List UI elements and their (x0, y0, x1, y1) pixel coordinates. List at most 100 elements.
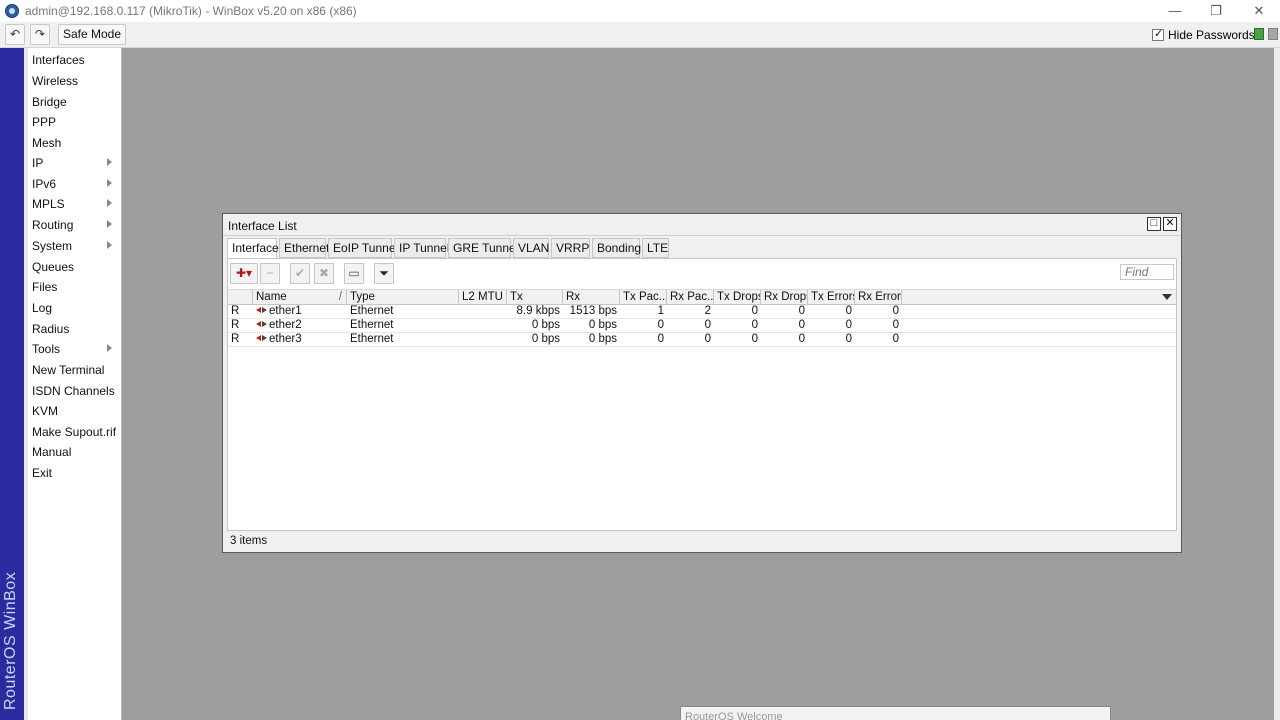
tab-ip-tunnel[interactable]: IP Tunnel (394, 238, 449, 258)
row-flag: R (231, 333, 240, 345)
column-header-tx[interactable]: Tx (507, 290, 563, 305)
disable-button[interactable]: ✖ (314, 263, 334, 284)
sidebar-item-ppp[interactable]: PPP (28, 112, 120, 132)
find-input[interactable] (1120, 264, 1174, 280)
column-header-rx-drops[interactable]: Rx Drops (761, 290, 808, 305)
restore-button[interactable]: ❐ (1201, 2, 1231, 20)
comment-button[interactable]: ▭ (344, 263, 364, 284)
tab-lte[interactable]: LTE (642, 238, 669, 258)
tab-vlan[interactable]: VLAN (513, 238, 549, 258)
table-row[interactable]: R ether2 Ethernet 0 bps 0 bps 0 0 0 0 0 … (228, 319, 1176, 333)
sidebar-item-interfaces[interactable]: Interfaces (28, 50, 120, 70)
sidebar-item-mesh[interactable]: Mesh (28, 133, 120, 153)
row-rx-packets: 0 (704, 319, 711, 331)
row-rx-packets: 2 (704, 305, 711, 317)
sidebar-item-label: Wireless (32, 74, 79, 88)
enable-button[interactable]: ✔ (290, 263, 310, 284)
column-header-type[interactable]: Type (347, 290, 459, 305)
row-type: Ethernet (350, 319, 394, 331)
winbox-app-icon (5, 4, 19, 18)
sidebar-item-log[interactable]: Log (28, 298, 120, 318)
status-indicator-icon (1268, 28, 1278, 40)
add-button[interactable]: ✚▾ (230, 263, 258, 284)
column-menu-dropdown-icon[interactable] (1162, 294, 1172, 300)
column-header-flags[interactable] (228, 290, 253, 305)
redo-button[interactable]: ↷ (30, 24, 50, 45)
sidebar-item-wireless[interactable]: Wireless (28, 71, 120, 91)
secure-lock-icon (1254, 28, 1264, 40)
sidebar-item-manual[interactable]: Manual (28, 442, 120, 462)
maximize-window-button[interactable]: □ (1147, 217, 1161, 231)
sidebar-item-tools[interactable]: Tools (28, 339, 120, 359)
undo-button[interactable]: ↶ (5, 24, 25, 45)
row-flag: R (231, 319, 240, 331)
sidebar-item-label: Bridge (32, 95, 67, 109)
sidebar-item-label: IPv6 (32, 177, 57, 191)
column-header-tx-errors[interactable]: Tx Errors (808, 290, 855, 305)
sidebar-item-files[interactable]: Files (28, 277, 120, 297)
row-tx-drops: 0 (751, 305, 758, 317)
hide-passwords-checkbox[interactable] (1152, 27, 1164, 41)
workspace-scroll-edge (1274, 48, 1280, 720)
close-window-button[interactable]: ✕ (1163, 217, 1177, 231)
row-rx: 0 bps (588, 319, 617, 331)
row-name-text: ether2 (269, 319, 302, 331)
column-header-rx-errors[interactable]: Rx Errors (855, 290, 902, 305)
hide-passwords-toggle[interactable]: Hide Passwords (1152, 27, 1255, 42)
column-header-rx[interactable]: Rx (563, 290, 620, 305)
column-header-name[interactable]: Name / (253, 290, 347, 305)
table-header: Name / Type L2 MTU Tx Rx Tx Pac... Rx Pac… (228, 289, 1176, 305)
tab-bonding[interactable]: Bonding (592, 238, 641, 258)
sidebar-item-label: IP (32, 156, 44, 170)
tab-vrrp[interactable]: VRRP (551, 238, 590, 258)
column-header-tx-drops[interactable]: Tx Drops (714, 290, 761, 305)
row-rx: 0 bps (588, 333, 617, 345)
sidebar-item-label: Routing (32, 218, 74, 232)
sidebar-item-mpls[interactable]: MPLS (28, 194, 120, 214)
sidebar-item-queues[interactable]: Queues (28, 257, 120, 277)
row-tx-errors: 0 (845, 305, 852, 317)
sidebar-item-kvm[interactable]: KVM (28, 401, 120, 421)
submenu-arrow-icon (107, 220, 112, 228)
sidebar-item-label: System (32, 239, 73, 253)
welcome-window[interactable]: RouterOS Welcome (680, 706, 1111, 720)
tab-ethernet[interactable]: Ethernet (279, 238, 329, 258)
minimize-button[interactable]: — (1160, 2, 1190, 20)
row-name: ether2 (253, 319, 347, 333)
sidebar-item-system[interactable]: System (28, 236, 120, 256)
column-header-tx-packets[interactable]: Tx Pac... (620, 290, 667, 305)
tab-interface[interactable]: Interface (227, 238, 279, 259)
remove-button[interactable]: − (260, 263, 280, 284)
table-row[interactable]: R ether3 Ethernet 0 bps 0 bps 0 0 0 0 0 … (228, 333, 1176, 347)
row-name-text: ether1 (269, 305, 302, 317)
sidebar-item-make-supout[interactable]: Make Supout.rif (28, 422, 120, 442)
ethernet-interface-icon (256, 320, 268, 329)
sidebar-item-ip[interactable]: IP (28, 153, 120, 173)
sidebar-item-ipv6[interactable]: IPv6 (28, 174, 120, 194)
row-tx: 0 bps (531, 319, 560, 331)
sidebar-item-routing[interactable]: Routing (28, 215, 120, 235)
table-row[interactable]: R ether1 Ethernet 8.9 kbps 1513 bps 1 2 … (228, 305, 1176, 319)
sidebar-item-exit[interactable]: Exit (28, 463, 120, 483)
close-button[interactable]: ✕ (1244, 2, 1274, 20)
row-rx-packets: 0 (704, 333, 711, 345)
sidebar-item-label: Interfaces (32, 53, 85, 67)
sidebar-item-radius[interactable]: Radius (28, 319, 120, 339)
column-header-rx-packets[interactable]: Rx Pac... (667, 290, 714, 305)
row-tx: 8.9 kbps (516, 305, 560, 317)
status-bar: 3 items (227, 530, 1177, 550)
filter-button[interactable]: ⏷ (374, 263, 394, 284)
submenu-arrow-icon (107, 344, 112, 352)
submenu-arrow-icon (107, 179, 112, 187)
sidebar-item-bridge[interactable]: Bridge (28, 92, 120, 112)
sidebar-item-label: ISDN Channels (32, 384, 115, 398)
sidebar-item-isdn-channels[interactable]: ISDN Channels (28, 381, 120, 401)
safe-mode-button[interactable]: Safe Mode (58, 24, 126, 45)
sidebar-item-new-terminal[interactable]: New Terminal (28, 360, 120, 380)
tab-gre-tunnel[interactable]: GRE Tunnel (448, 238, 518, 258)
sidebar-item-label: New Terminal (32, 363, 105, 377)
tab-eoip-tunnel[interactable]: EoIP Tunnel (328, 238, 398, 258)
interface-list-titlebar[interactable]: Interface List □ ✕ (223, 214, 1181, 236)
column-header-l2mtu[interactable]: L2 MTU (459, 290, 507, 305)
row-tx: 0 bps (531, 333, 560, 345)
